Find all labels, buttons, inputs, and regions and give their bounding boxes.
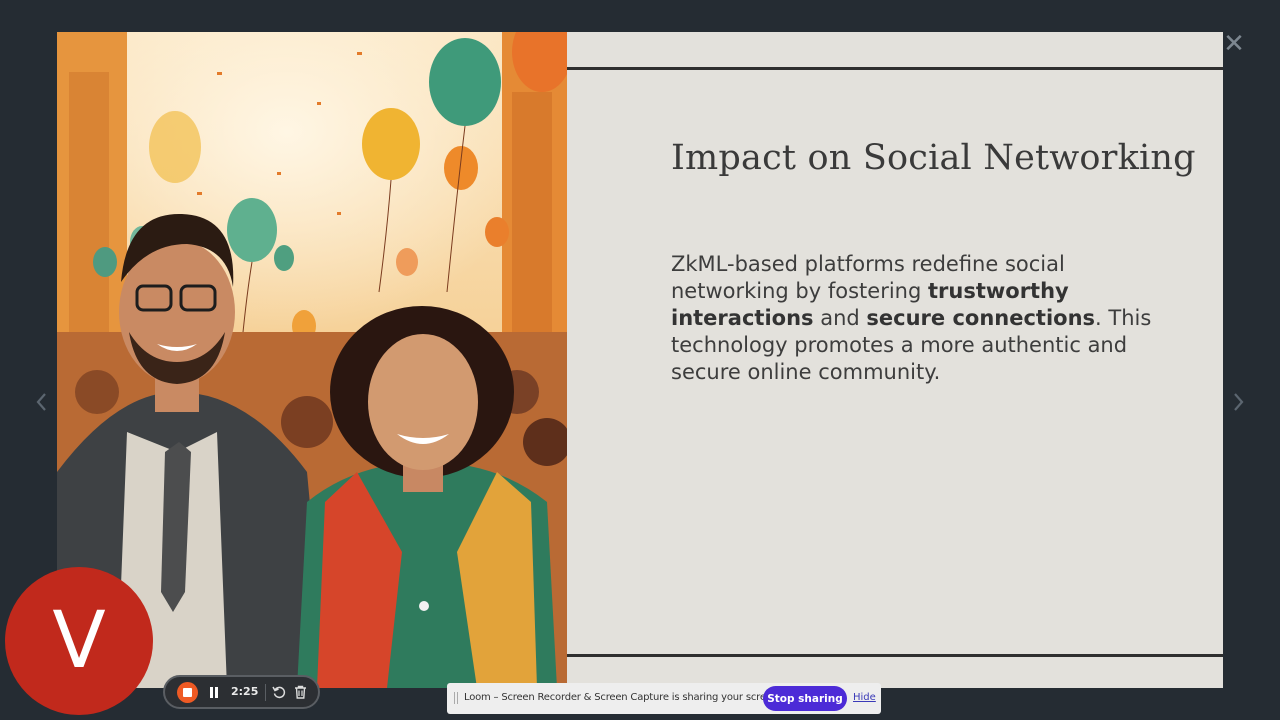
slide-body-text: ZkML-based platforms redefine social net… [671,251,1171,386]
slide-title: Impact on Social Networking [671,138,1196,178]
recording-controls: 2:25 [163,675,320,709]
restart-icon[interactable] [272,685,286,699]
chevron-right-icon[interactable] [1229,388,1249,416]
close-icon[interactable]: ✕ [1222,31,1246,57]
drag-handle-icon[interactable] [454,692,458,704]
stop-sharing-button[interactable]: Stop sharing [763,686,847,711]
body-text-part2: and [813,306,867,330]
chevron-left-icon[interactable] [32,388,52,416]
screen-share-notification: Loom – Screen Recorder & Screen Capture … [447,683,881,714]
trash-icon[interactable] [294,685,307,699]
presentation-slide: Impact on Social Networking ZkML-based p… [57,32,1223,688]
share-message: Loom – Screen Recorder & Screen Capture … [464,692,781,703]
slide-illustration [57,32,567,688]
avatar: V [5,567,153,715]
pause-icon[interactable] [209,687,219,698]
recording-timer: 2:25 [231,685,259,698]
body-bold-secure: secure connections [866,306,1096,330]
hide-link[interactable]: Hide [853,692,876,703]
divider [265,684,266,701]
stop-recording-button[interactable] [177,682,198,703]
